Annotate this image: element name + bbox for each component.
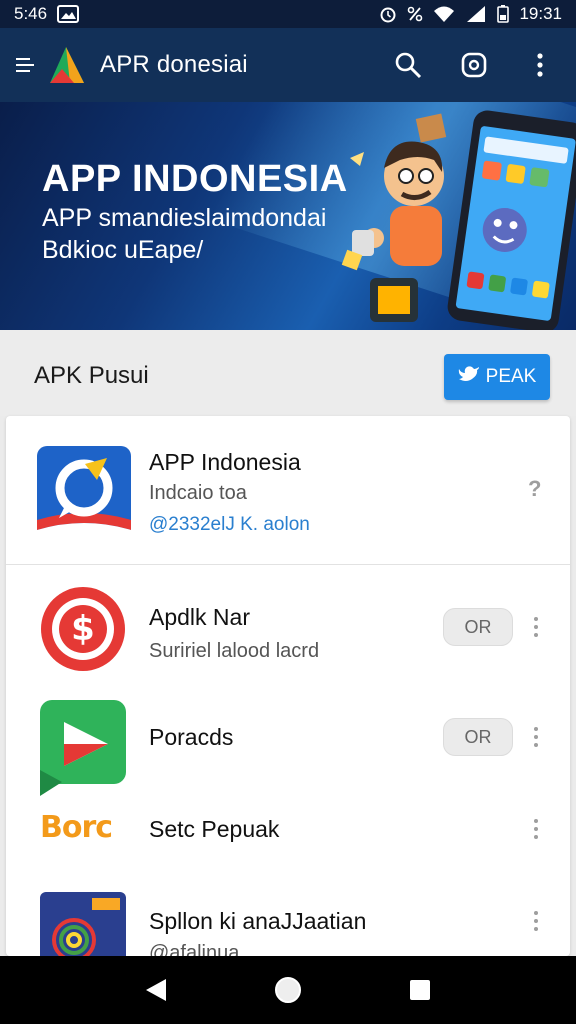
spiral-card-icon	[40, 892, 126, 956]
settings-icon[interactable]	[454, 45, 494, 85]
app-name: Spllon ki anaJJaatian	[149, 908, 367, 934]
peak-button-label: PEAK	[485, 366, 537, 387]
list-item[interactable]: APP Indonesia Indcaio toa @2332elJ K. ao…	[6, 416, 570, 564]
alarm-icon	[379, 5, 397, 23]
app-toggle[interactable]: OR	[443, 608, 513, 646]
section-header: APK Pusui PEAK	[0, 330, 576, 416]
gallery-icon	[57, 5, 80, 23]
status-time-right: 19:31	[519, 4, 562, 23]
list-item[interactable]: Spllon ki anaJJaatian @afalinua	[6, 882, 570, 956]
menu-icon[interactable]	[16, 50, 38, 80]
app-name: Setc Pepuak	[149, 816, 280, 842]
app-title: APR donesiai	[100, 51, 248, 78]
app-name: Poracds	[149, 724, 234, 750]
wifi-icon	[433, 5, 455, 23]
home-icon[interactable]	[268, 970, 308, 1010]
app-meta[interactable]: @2332elJ K. aolon	[149, 514, 310, 536]
app-list: APP Indonesia Indcaio toa @2332elJ K. ao…	[6, 416, 570, 956]
svg-text:$: $	[71, 609, 95, 649]
app-bar: APR donesiai	[0, 28, 576, 102]
more-options-icon[interactable]	[526, 612, 546, 642]
borc-logo-icon: Borc	[40, 810, 113, 845]
status-time-left: 5:46	[14, 4, 48, 23]
section-title: APK Pusui	[34, 362, 149, 389]
signal-icon	[465, 5, 487, 23]
app-name: Apdlk Nar	[149, 604, 250, 630]
recents-icon[interactable]	[400, 970, 440, 1010]
back-icon[interactable]	[136, 970, 176, 1010]
promo-banner[interactable]: APP INDONESIA APP smandieslaimdondai Bdk…	[0, 102, 576, 330]
more-options-icon[interactable]	[526, 722, 546, 752]
app-name: APP Indonesia	[149, 449, 301, 475]
divider	[6, 564, 570, 565]
status-bar: 5:46 19:31	[0, 0, 576, 28]
banner-illustration	[330, 102, 576, 330]
percent-icon	[407, 5, 423, 23]
app-toggle[interactable]: OR	[443, 718, 513, 756]
list-item[interactable]: $ Apdlk Nar Suririel lalood lacrd OR	[6, 566, 570, 682]
more-options-icon[interactable]	[526, 906, 546, 936]
search-icon[interactable]	[388, 45, 428, 85]
overflow-menu-icon[interactable]	[520, 45, 560, 85]
chat-bubble-icon	[37, 446, 131, 540]
app-description: Suririel lalood lacrd	[149, 640, 320, 662]
peak-button[interactable]: PEAK	[444, 354, 550, 400]
list-item[interactable]: Poracds OR	[6, 686, 570, 796]
app-description: Indcaio toa	[149, 482, 247, 504]
help-icon[interactable]: ?	[528, 476, 541, 502]
app-description: @afalinua	[149, 942, 240, 956]
battery-icon	[497, 5, 510, 23]
list-item[interactable]: Borc Setc Pepuak	[6, 800, 570, 862]
app-logo-icon	[44, 43, 88, 87]
play-triangle-icon	[40, 700, 126, 796]
banner-headline: APP INDONESIA	[42, 158, 348, 200]
banner-subtitle-2: Bdkioc uEape/	[42, 236, 204, 264]
dollar-badge-icon: $	[40, 586, 126, 672]
banner-subtitle-1: APP smandieslaimdondai	[42, 204, 327, 232]
more-options-icon[interactable]	[526, 814, 546, 844]
system-nav-bar	[0, 956, 576, 1024]
bird-icon	[458, 365, 480, 389]
